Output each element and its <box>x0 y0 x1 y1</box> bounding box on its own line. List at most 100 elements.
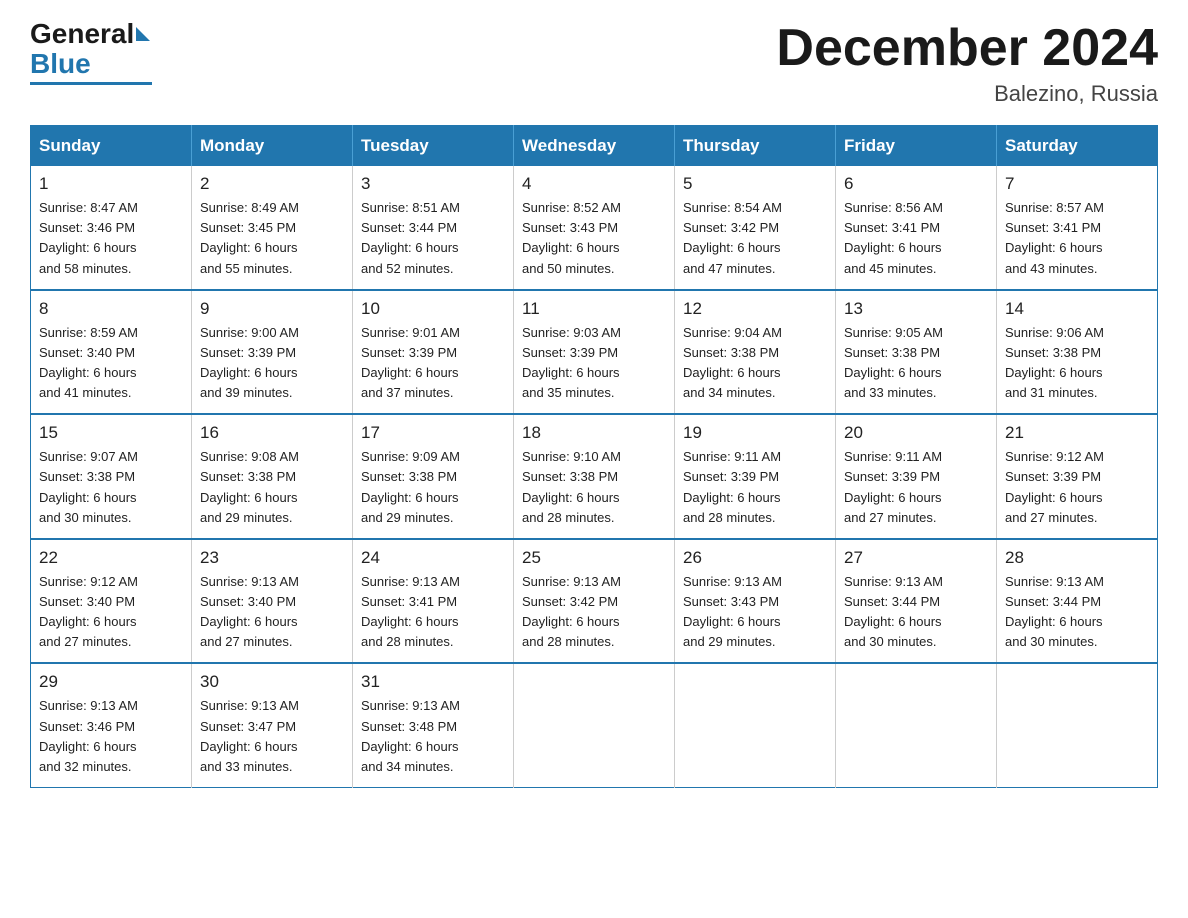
day-number: 24 <box>361 548 505 568</box>
day-info: Sunrise: 8:51 AM Sunset: 3:44 PM Dayligh… <box>361 198 505 279</box>
calendar-cell: 11 Sunrise: 9:03 AM Sunset: 3:39 PM Dayl… <box>514 290 675 415</box>
header-wednesday: Wednesday <box>514 126 675 167</box>
day-number: 16 <box>200 423 344 443</box>
day-info: Sunrise: 9:11 AM Sunset: 3:39 PM Dayligh… <box>844 447 988 528</box>
day-number: 1 <box>39 174 183 194</box>
day-info: Sunrise: 8:57 AM Sunset: 3:41 PM Dayligh… <box>1005 198 1149 279</box>
calendar-cell: 9 Sunrise: 9:00 AM Sunset: 3:39 PM Dayli… <box>192 290 353 415</box>
day-number: 3 <box>361 174 505 194</box>
day-number: 11 <box>522 299 666 319</box>
day-number: 22 <box>39 548 183 568</box>
day-number: 25 <box>522 548 666 568</box>
calendar-cell: 4 Sunrise: 8:52 AM Sunset: 3:43 PM Dayli… <box>514 166 675 290</box>
day-number: 27 <box>844 548 988 568</box>
day-info: Sunrise: 9:12 AM Sunset: 3:39 PM Dayligh… <box>1005 447 1149 528</box>
calendar-cell: 19 Sunrise: 9:11 AM Sunset: 3:39 PM Dayl… <box>675 414 836 539</box>
calendar-week-row: 1 Sunrise: 8:47 AM Sunset: 3:46 PM Dayli… <box>31 166 1158 290</box>
day-info: Sunrise: 9:13 AM Sunset: 3:44 PM Dayligh… <box>844 572 988 653</box>
day-info: Sunrise: 9:03 AM Sunset: 3:39 PM Dayligh… <box>522 323 666 404</box>
header-friday: Friday <box>836 126 997 167</box>
calendar-cell: 28 Sunrise: 9:13 AM Sunset: 3:44 PM Dayl… <box>997 539 1158 664</box>
location: Balezino, Russia <box>776 81 1158 107</box>
title-block: December 2024 Balezino, Russia <box>776 20 1158 107</box>
day-info: Sunrise: 9:13 AM Sunset: 3:46 PM Dayligh… <box>39 696 183 777</box>
day-info: Sunrise: 9:12 AM Sunset: 3:40 PM Dayligh… <box>39 572 183 653</box>
day-info: Sunrise: 8:52 AM Sunset: 3:43 PM Dayligh… <box>522 198 666 279</box>
day-number: 13 <box>844 299 988 319</box>
calendar-header-row: Sunday Monday Tuesday Wednesday Thursday… <box>31 126 1158 167</box>
day-number: 29 <box>39 672 183 692</box>
day-number: 23 <box>200 548 344 568</box>
calendar-cell: 2 Sunrise: 8:49 AM Sunset: 3:45 PM Dayli… <box>192 166 353 290</box>
day-info: Sunrise: 8:54 AM Sunset: 3:42 PM Dayligh… <box>683 198 827 279</box>
calendar-cell: 27 Sunrise: 9:13 AM Sunset: 3:44 PM Dayl… <box>836 539 997 664</box>
calendar-cell: 24 Sunrise: 9:13 AM Sunset: 3:41 PM Dayl… <box>353 539 514 664</box>
day-number: 15 <box>39 423 183 443</box>
calendar-cell: 12 Sunrise: 9:04 AM Sunset: 3:38 PM Dayl… <box>675 290 836 415</box>
calendar-cell: 14 Sunrise: 9:06 AM Sunset: 3:38 PM Dayl… <box>997 290 1158 415</box>
calendar-cell: 31 Sunrise: 9:13 AM Sunset: 3:48 PM Dayl… <box>353 663 514 787</box>
calendar-cell: 26 Sunrise: 9:13 AM Sunset: 3:43 PM Dayl… <box>675 539 836 664</box>
header-thursday: Thursday <box>675 126 836 167</box>
day-info: Sunrise: 9:13 AM Sunset: 3:41 PM Dayligh… <box>361 572 505 653</box>
day-info: Sunrise: 9:00 AM Sunset: 3:39 PM Dayligh… <box>200 323 344 404</box>
calendar-cell <box>514 663 675 787</box>
day-number: 21 <box>1005 423 1149 443</box>
day-number: 31 <box>361 672 505 692</box>
calendar-week-row: 15 Sunrise: 9:07 AM Sunset: 3:38 PM Dayl… <box>31 414 1158 539</box>
day-number: 30 <box>200 672 344 692</box>
day-number: 19 <box>683 423 827 443</box>
calendar-cell: 1 Sunrise: 8:47 AM Sunset: 3:46 PM Dayli… <box>31 166 192 290</box>
day-number: 6 <box>844 174 988 194</box>
page-header: General Blue December 2024 Balezino, Rus… <box>30 20 1158 107</box>
calendar-table: Sunday Monday Tuesday Wednesday Thursday… <box>30 125 1158 788</box>
day-number: 18 <box>522 423 666 443</box>
calendar-week-row: 22 Sunrise: 9:12 AM Sunset: 3:40 PM Dayl… <box>31 539 1158 664</box>
calendar-cell: 13 Sunrise: 9:05 AM Sunset: 3:38 PM Dayl… <box>836 290 997 415</box>
calendar-cell: 20 Sunrise: 9:11 AM Sunset: 3:39 PM Dayl… <box>836 414 997 539</box>
calendar-cell <box>836 663 997 787</box>
header-tuesday: Tuesday <box>353 126 514 167</box>
calendar-cell: 22 Sunrise: 9:12 AM Sunset: 3:40 PM Dayl… <box>31 539 192 664</box>
day-info: Sunrise: 9:07 AM Sunset: 3:38 PM Dayligh… <box>39 447 183 528</box>
day-number: 14 <box>1005 299 1149 319</box>
logo-blue-text: Blue <box>30 48 91 80</box>
calendar-week-row: 29 Sunrise: 9:13 AM Sunset: 3:46 PM Dayl… <box>31 663 1158 787</box>
calendar-cell: 25 Sunrise: 9:13 AM Sunset: 3:42 PM Dayl… <box>514 539 675 664</box>
day-info: Sunrise: 9:13 AM Sunset: 3:44 PM Dayligh… <box>1005 572 1149 653</box>
calendar-cell: 16 Sunrise: 9:08 AM Sunset: 3:38 PM Dayl… <box>192 414 353 539</box>
logo-general-text: General <box>30 20 134 48</box>
calendar-cell: 10 Sunrise: 9:01 AM Sunset: 3:39 PM Dayl… <box>353 290 514 415</box>
calendar-cell: 8 Sunrise: 8:59 AM Sunset: 3:40 PM Dayli… <box>31 290 192 415</box>
day-number: 8 <box>39 299 183 319</box>
day-info: Sunrise: 9:06 AM Sunset: 3:38 PM Dayligh… <box>1005 323 1149 404</box>
day-info: Sunrise: 8:56 AM Sunset: 3:41 PM Dayligh… <box>844 198 988 279</box>
day-number: 4 <box>522 174 666 194</box>
day-info: Sunrise: 9:08 AM Sunset: 3:38 PM Dayligh… <box>200 447 344 528</box>
calendar-cell: 15 Sunrise: 9:07 AM Sunset: 3:38 PM Dayl… <box>31 414 192 539</box>
day-number: 28 <box>1005 548 1149 568</box>
calendar-cell: 21 Sunrise: 9:12 AM Sunset: 3:39 PM Dayl… <box>997 414 1158 539</box>
header-sunday: Sunday <box>31 126 192 167</box>
calendar-cell: 29 Sunrise: 9:13 AM Sunset: 3:46 PM Dayl… <box>31 663 192 787</box>
calendar-cell: 6 Sunrise: 8:56 AM Sunset: 3:41 PM Dayli… <box>836 166 997 290</box>
day-number: 5 <box>683 174 827 194</box>
header-saturday: Saturday <box>997 126 1158 167</box>
calendar-cell: 3 Sunrise: 8:51 AM Sunset: 3:44 PM Dayli… <box>353 166 514 290</box>
calendar-cell: 7 Sunrise: 8:57 AM Sunset: 3:41 PM Dayli… <box>997 166 1158 290</box>
day-info: Sunrise: 9:13 AM Sunset: 3:47 PM Dayligh… <box>200 696 344 777</box>
calendar-cell: 17 Sunrise: 9:09 AM Sunset: 3:38 PM Dayl… <box>353 414 514 539</box>
calendar-cell: 18 Sunrise: 9:10 AM Sunset: 3:38 PM Dayl… <box>514 414 675 539</box>
day-info: Sunrise: 9:10 AM Sunset: 3:38 PM Dayligh… <box>522 447 666 528</box>
day-info: Sunrise: 9:09 AM Sunset: 3:38 PM Dayligh… <box>361 447 505 528</box>
day-info: Sunrise: 9:13 AM Sunset: 3:42 PM Dayligh… <box>522 572 666 653</box>
day-number: 20 <box>844 423 988 443</box>
month-title: December 2024 <box>776 20 1158 77</box>
day-info: Sunrise: 9:05 AM Sunset: 3:38 PM Dayligh… <box>844 323 988 404</box>
day-info: Sunrise: 9:04 AM Sunset: 3:38 PM Dayligh… <box>683 323 827 404</box>
day-number: 2 <box>200 174 344 194</box>
day-number: 7 <box>1005 174 1149 194</box>
calendar-cell: 5 Sunrise: 8:54 AM Sunset: 3:42 PM Dayli… <box>675 166 836 290</box>
logo-underline <box>30 82 152 85</box>
logo: General Blue <box>30 20 152 85</box>
